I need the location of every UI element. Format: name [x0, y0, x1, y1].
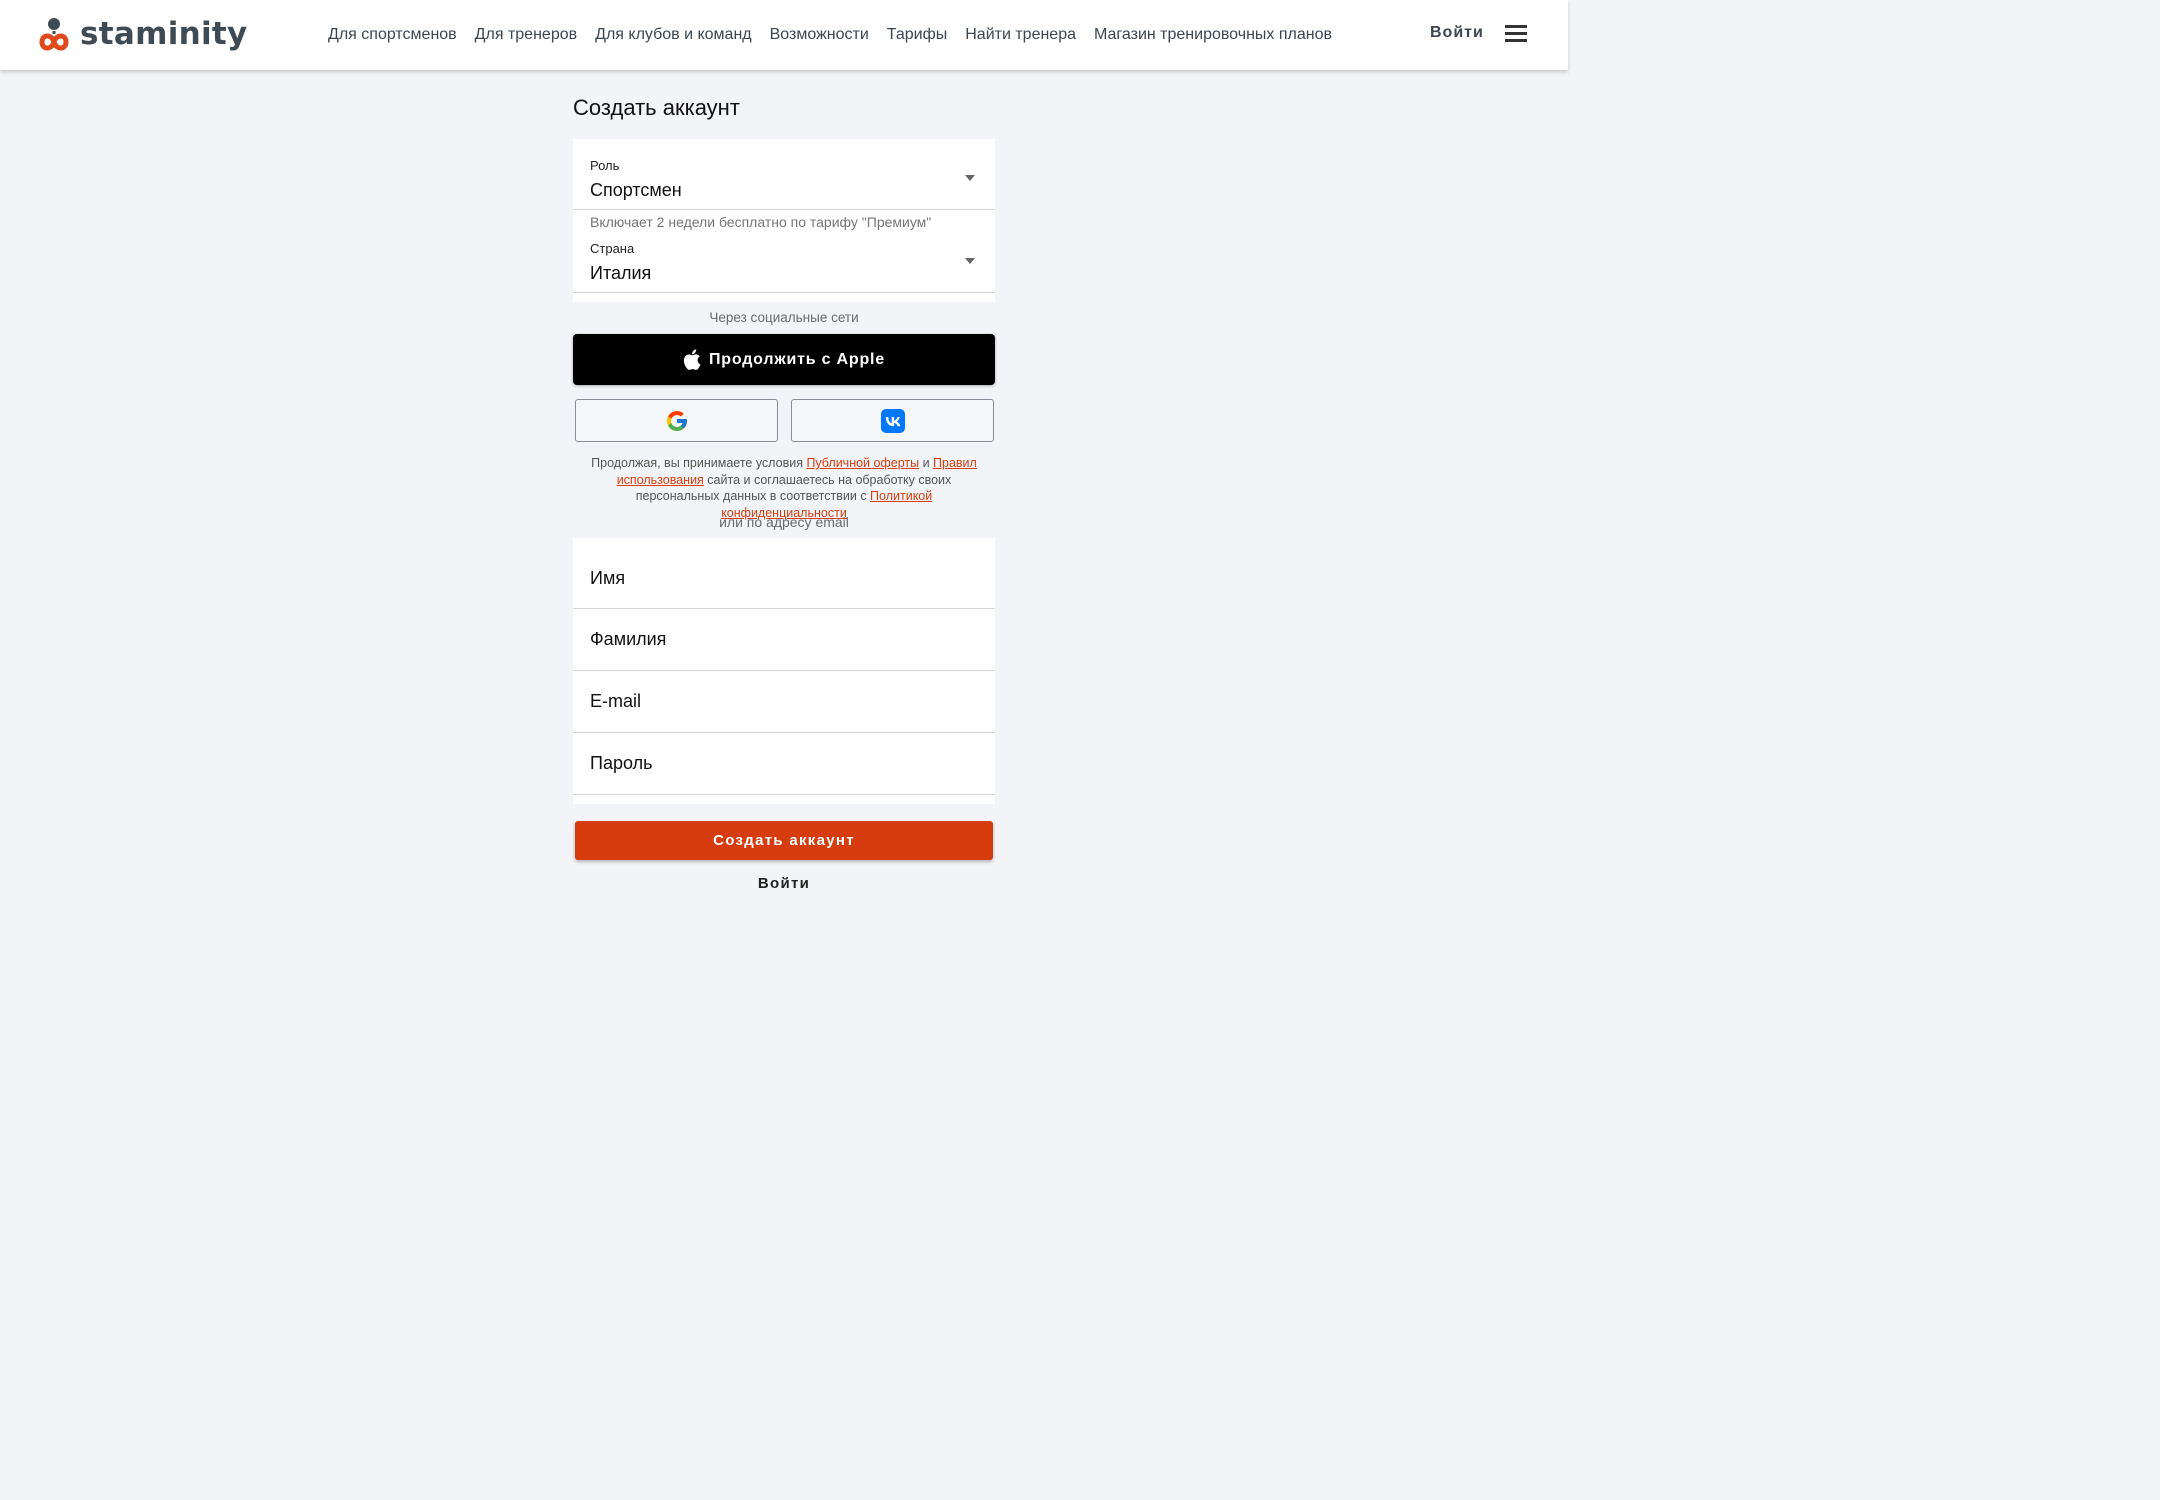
registration-form-card: [573, 538, 995, 804]
nav-clubs[interactable]: Для клубов и команд: [595, 26, 752, 44]
main-nav: Для спортсменов Для тренеров Для клубов …: [328, 0, 1350, 70]
create-account-button[interactable]: Создать аккаунт: [575, 821, 993, 860]
role-hint: Включает 2 недели бесплатно по тарифу "П…: [590, 214, 932, 230]
role-value: Спортсмен: [590, 180, 682, 200]
role-country-card: Роль Спортсмен Включает 2 недели бесплат…: [573, 139, 995, 302]
chevron-down-icon: [965, 258, 975, 264]
email-caption: или по адресу email: [719, 514, 849, 530]
nav-features[interactable]: Возможности: [770, 26, 869, 44]
email-row: [573, 671, 995, 732]
vk-login-button[interactable]: [791, 399, 994, 442]
vk-icon: [880, 408, 905, 433]
country-select[interactable]: Страна Италия: [573, 234, 995, 292]
divider: [573, 794, 995, 795]
nav-coaches[interactable]: Для тренеров: [475, 26, 577, 44]
page-title: Создать аккаунт: [573, 95, 740, 120]
nav-pricing[interactable]: Тарифы: [887, 26, 947, 44]
password-row: [573, 733, 995, 794]
first-name-input[interactable]: [573, 538, 995, 608]
nav-find-coach[interactable]: Найти тренера: [965, 26, 1076, 44]
role-select[interactable]: Роль Спортсмен: [573, 139, 995, 209]
apple-icon: [683, 349, 701, 370]
nav-athletes[interactable]: Для спортсменов: [328, 26, 457, 44]
continue-with-apple-button[interactable]: Продолжить с Apple: [573, 334, 995, 385]
hamburger-menu-icon[interactable]: [1505, 25, 1527, 43]
public-offer-link[interactable]: Публичной оферты: [806, 456, 919, 470]
terms-part: и: [919, 456, 934, 470]
role-label: Роль: [590, 158, 620, 173]
terms-text: Продолжая, вы принимаете условия Публичн…: [575, 455, 993, 521]
social-caption: Через социальные сети: [709, 310, 859, 325]
country-value: Италия: [590, 263, 652, 283]
country-label: Страна: [590, 241, 635, 256]
login-link[interactable]: Войти: [573, 875, 995, 892]
google-login-button[interactable]: [575, 399, 778, 442]
last-name-input[interactable]: [573, 609, 995, 670]
chevron-down-icon: [965, 175, 975, 181]
terms-part: Продолжая, вы принимаете условия: [591, 456, 807, 470]
google-icon: [666, 410, 687, 431]
nav-plans-store[interactable]: Магазин тренировочных планов: [1094, 26, 1332, 44]
email-input[interactable]: [573, 671, 995, 732]
divider: [573, 209, 995, 210]
staminity-logo-icon: [39, 18, 69, 51]
password-input[interactable]: [573, 733, 995, 794]
apple-button-label: Продолжить с Apple: [708, 350, 886, 368]
top-header: staminity Для спортсменов Для тренеров Д…: [0, 0, 1568, 70]
first-name-row: [573, 538, 995, 608]
staminity-logo[interactable]: staminity: [38, 16, 248, 52]
divider: [573, 292, 995, 293]
logo-text: staminity: [80, 16, 248, 52]
last-name-row: [573, 609, 995, 670]
header-login-link[interactable]: Войти: [1430, 24, 1484, 42]
